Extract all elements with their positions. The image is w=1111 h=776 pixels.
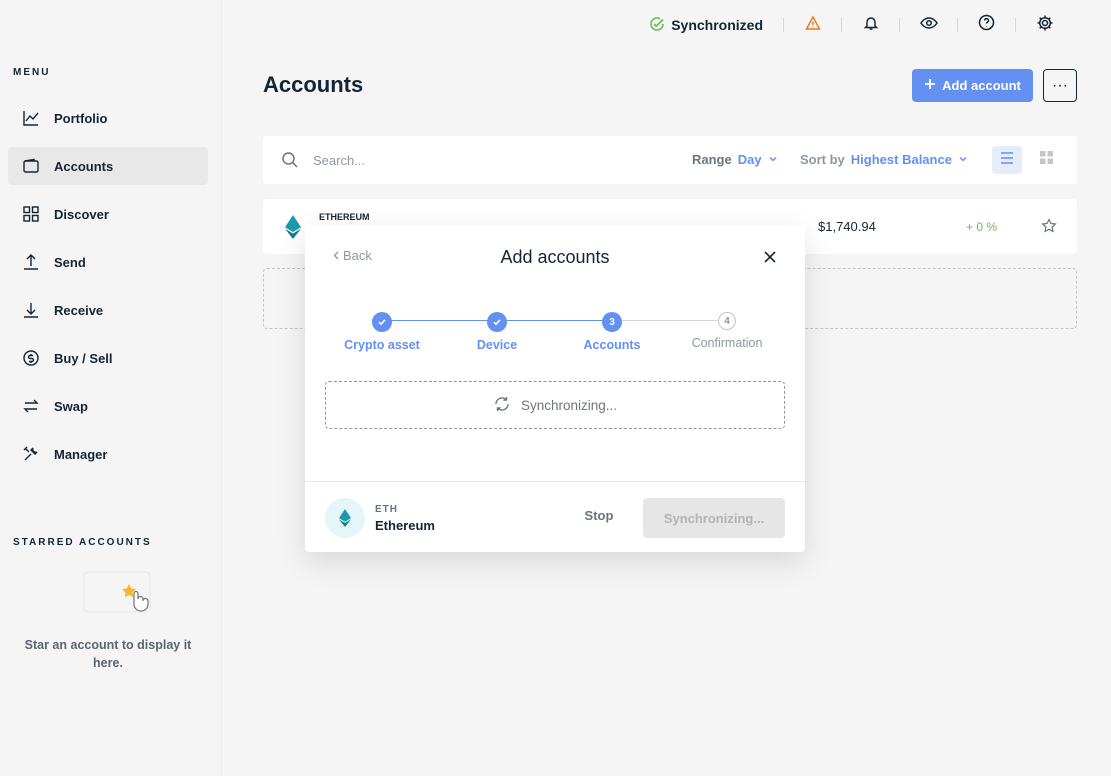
add-accounts-modal: Back Add accounts Crypto asset Device 3 … [305,225,805,552]
step-device: Device [447,312,547,352]
coin-ticker: ETH [375,504,398,515]
modal-overlay: Back Add accounts Crypto asset Device 3 … [0,0,1111,776]
step-crypto-asset: Crypto asset [332,312,432,352]
step-number: 4 [718,312,736,330]
step-number: 3 [602,312,622,332]
ethereum-icon [325,498,365,538]
step-done-check-icon [487,312,507,332]
step-label: Crypto asset [344,338,420,352]
modal-footer: ETH Ethereum Stop Synchronizing... [305,481,805,552]
step-confirmation: 4 Confirmation [677,312,777,350]
modal-title: Add accounts [500,247,610,267]
step-label: Confirmation [691,336,763,350]
step-label: Accounts [583,338,641,352]
sync-spinner-icon [493,395,511,416]
synchronizing-text: Synchronizing... [520,397,618,413]
close-icon[interactable] [763,250,777,269]
stop-button[interactable]: Stop [567,508,631,523]
synchronizing-box: Synchronizing... [325,381,785,429]
step-label: Device [476,338,518,352]
step-accounts: 3 Accounts [562,312,662,352]
stepper: Crypto asset Device 3 Accounts 4 Confirm… [325,312,785,362]
coin-name: Ethereum [375,518,435,533]
synchronizing-button[interactable]: Synchronizing... [643,498,785,538]
step-done-check-icon [372,312,392,332]
